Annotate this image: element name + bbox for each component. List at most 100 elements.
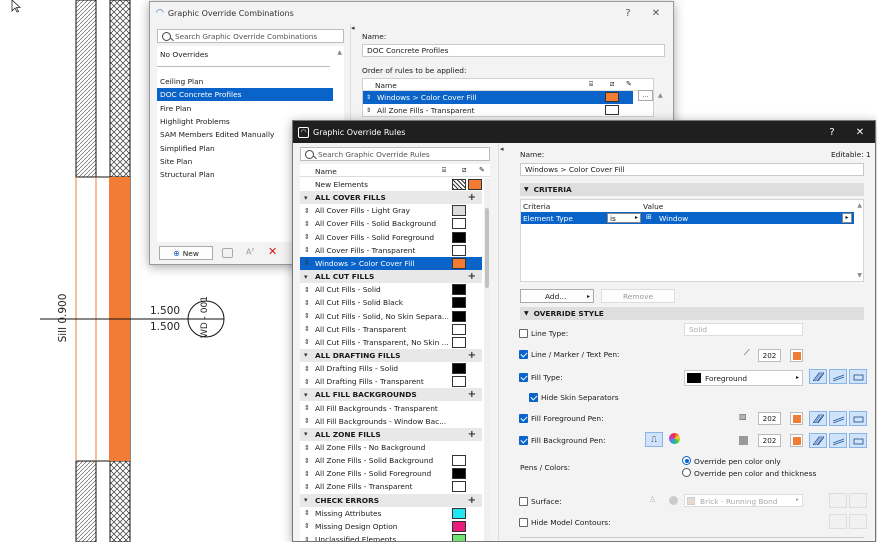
surface-checkbox[interactable] — [519, 497, 528, 506]
close-button[interactable]: ✕ — [643, 2, 669, 24]
drag-handle-icon[interactable]: ⇕ — [366, 107, 371, 114]
drag-handle-icon[interactable]: ⇕ — [304, 470, 310, 478]
fill-background-pen-checkbox[interactable] — [519, 436, 528, 445]
drag-handle-icon[interactable]: ⇕ — [304, 365, 310, 373]
add-rule-icon[interactable]: + — [468, 389, 476, 400]
drag-handle-icon[interactable]: ⇕ — [304, 220, 310, 228]
combo-list-item[interactable]: DOC Concrete Profiles — [157, 88, 333, 102]
criteria-row[interactable]: Element Type is ▸ ⊞ Window ▸ — [521, 212, 854, 224]
bg-plan-icon[interactable] — [809, 433, 827, 448]
combo-list-item[interactable]: Ceiling Plan — [157, 75, 333, 88]
combo-search-input[interactable]: Search Graphic Override Combinations — [157, 29, 344, 43]
combo-titlebar[interactable]: ◠ Graphic Override Combinations ? ✕ — [150, 2, 673, 24]
collapse-triangle-icon[interactable]: ▾ — [304, 351, 307, 359]
add-rule-icon[interactable]: + — [468, 271, 476, 282]
fill-background-color-swatch[interactable] — [790, 434, 803, 447]
fill-elevation-icon[interactable] — [849, 369, 867, 384]
drag-handle-icon[interactable]: ⇕ — [304, 338, 310, 346]
override-style-section-header[interactable]: ▼ OVERRIDE STYLE — [520, 307, 864, 320]
drag-handle-icon[interactable]: ⇕ — [304, 457, 310, 465]
rules-search-input[interactable]: Search Graphic Override Rules — [300, 147, 490, 161]
rules-list-item[interactable]: ⇕ All Fill Backgrounds - Transparent — [300, 402, 482, 415]
hide-model-contours-checkbox[interactable] — [519, 518, 528, 527]
rule-name-field[interactable]: Windows > Color Cover Fill — [520, 163, 864, 176]
rules-group-header[interactable]: ▾ ALL CUT FILLS + — [300, 270, 482, 284]
duplicate-icon[interactable] — [222, 248, 233, 258]
operator-dropdown[interactable]: is ▸ — [607, 213, 641, 223]
hide-skin-separators-checkbox[interactable] — [529, 393, 538, 402]
help-button[interactable]: ? — [819, 121, 845, 143]
contours-3d-icon[interactable] — [829, 514, 847, 529]
drag-handle-icon[interactable]: ⇕ — [304, 536, 310, 541]
combo-rule-row[interactable]: ⇕ All Zone Fills - Transparent — [363, 104, 633, 117]
pane-collapse-icon[interactable]: ◂ — [500, 145, 504, 153]
help-button[interactable]: ? — [615, 2, 641, 24]
override-color-thickness-radio[interactable] — [682, 468, 691, 477]
fill-foreground-color-swatch[interactable] — [790, 412, 803, 425]
drag-handle-icon[interactable]: ⇕ — [366, 94, 371, 101]
fill-foreground-pen-checkbox[interactable] — [519, 414, 528, 423]
drag-handle-icon[interactable]: ⇕ — [304, 207, 310, 215]
rules-group-header[interactable]: ▾ CHECK ERRORS + — [300, 493, 482, 507]
drag-handle-icon[interactable]: ⇕ — [304, 299, 310, 307]
add-rule-icon[interactable]: + — [468, 495, 476, 506]
delete-icon[interactable]: ✕ — [268, 245, 277, 258]
rules-list-item[interactable]: ⇕ All Zone Fills - No Background — [300, 441, 482, 454]
rules-group-header[interactable]: ▾ ALL FILL BACKGROUNDS + — [300, 388, 482, 402]
combo-list-item[interactable]: Fire Plan — [157, 102, 333, 115]
surface-section-icon[interactable] — [849, 493, 867, 508]
scroll-down-icon[interactable]: ▼ — [857, 272, 862, 279]
drag-handle-icon[interactable]: ⇕ — [304, 286, 310, 294]
collapse-triangle-icon[interactable]: ▾ — [304, 391, 307, 399]
fill-section-icon[interactable] — [829, 369, 847, 384]
fill-foreground-pen-field[interactable]: 202 — [758, 412, 781, 425]
pane-collapse-icon[interactable]: ◂ — [351, 24, 355, 32]
bg-section-icon[interactable] — [829, 433, 847, 448]
fg-plan-icon[interactable] — [809, 411, 827, 426]
drag-handle-icon[interactable]: ⇕ — [304, 246, 310, 254]
scroll-up-icon[interactable]: ▲ — [857, 202, 862, 209]
collapse-triangle-icon[interactable]: ▾ — [304, 273, 307, 281]
override-color-only-radio[interactable] — [682, 456, 691, 465]
line-type-checkbox[interactable] — [519, 329, 528, 338]
contours-section-icon[interactable] — [849, 514, 867, 529]
close-button[interactable]: ✕ — [847, 121, 873, 143]
drag-handle-icon[interactable]: ⇕ — [304, 483, 310, 491]
fg-section-icon[interactable] — [829, 411, 847, 426]
fill-background-pen-field[interactable]: 202 — [758, 434, 781, 447]
drag-handle-icon[interactable]: ⇕ — [304, 522, 310, 530]
drag-handle-icon[interactable]: ⇕ — [304, 444, 310, 452]
drag-handle-icon[interactable]: ⇕ — [304, 312, 310, 320]
rules-titlebar[interactable]: ◠ Graphic Override Rules ? ✕ — [293, 121, 875, 143]
more-options-button[interactable]: ... — [638, 90, 653, 101]
line-pen-checkbox[interactable] — [519, 350, 528, 359]
surface-3d-icon[interactable] — [829, 493, 847, 508]
drag-handle-icon[interactable]: ⇕ — [304, 325, 310, 333]
line-pen-color-swatch[interactable] — [790, 349, 803, 362]
collapse-triangle-icon[interactable]: ▾ — [304, 194, 307, 202]
drag-handle-icon[interactable]: ⇕ — [304, 259, 310, 267]
scroll-up-icon[interactable]: ▲ — [658, 92, 663, 99]
add-criteria-button[interactable]: Add... ▸ — [520, 289, 594, 303]
rules-group-header[interactable]: ▾ ALL ZONE FILLS + — [300, 427, 482, 441]
fill-type-dropdown[interactable]: Foreground ▸ — [684, 370, 803, 386]
drag-handle-icon[interactable]: ⇕ — [304, 404, 310, 412]
criteria-section-header[interactable]: ▼ CRITERIA — [520, 183, 864, 196]
fg-elevation-icon[interactable] — [849, 411, 867, 426]
drag-handle-icon[interactable]: ⇕ — [304, 417, 310, 425]
add-rule-icon[interactable]: + — [468, 350, 476, 361]
bg-elevation-icon[interactable] — [849, 433, 867, 448]
add-rule-icon[interactable]: + — [468, 429, 476, 440]
scrollbar-thumb[interactable] — [485, 208, 489, 288]
collapse-triangle-icon[interactable]: ▾ — [304, 496, 307, 504]
drag-handle-icon[interactable]: ⇕ — [304, 378, 310, 386]
fill-plan-icon[interactable] — [809, 369, 827, 384]
rules-list-scrollbar[interactable] — [484, 178, 490, 541]
value-dropdown-arrow[interactable]: ▸ — [842, 213, 852, 223]
collapse-triangle-icon[interactable]: ▾ — [304, 430, 307, 438]
scroll-up-icon[interactable]: ▲ — [337, 49, 342, 56]
new-combination-button[interactable]: ⊕ New — [159, 246, 213, 260]
combo-item-no-overrides[interactable]: No Overrides — [157, 48, 344, 61]
rules-group-header[interactable]: ▾ ALL COVER FILLS + — [300, 191, 482, 205]
remove-criteria-button[interactable]: Remove — [601, 289, 675, 303]
